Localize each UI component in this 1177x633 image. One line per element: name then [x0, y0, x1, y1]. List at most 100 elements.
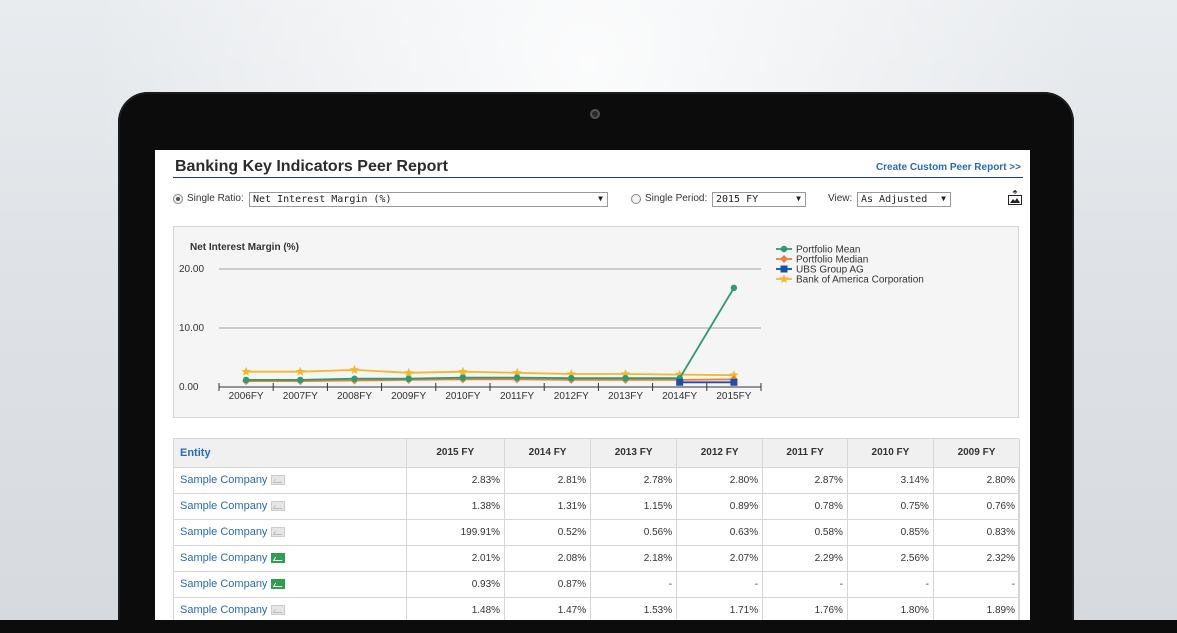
single-ratio-radio[interactable] — [173, 194, 183, 204]
single-period-radio[interactable] — [631, 194, 641, 204]
export-image-icon[interactable] — [1007, 190, 1023, 206]
trend-chart-icon[interactable] — [271, 553, 286, 564]
table-cell: - — [590, 571, 678, 598]
app-screen: Banking Key Indicators Peer Report Creat… — [155, 150, 1030, 633]
view-label: View: — [828, 193, 853, 204]
data-point — [241, 366, 251, 376]
data-point — [295, 366, 306, 376]
table-cell: 0.56% — [590, 519, 678, 546]
column-header[interactable]: 2012 FY — [676, 439, 764, 468]
create-custom-peer-report-link[interactable]: Create Custom Peer Report >> — [876, 162, 1021, 173]
table-cell: 2.80% — [676, 467, 764, 494]
table-cell: 0.87% — [504, 571, 592, 598]
single-period-label: Single Period: — [645, 193, 708, 204]
view-select[interactable]: As Adjusted ▼ — [857, 192, 951, 207]
table-cell: 0.76% — [933, 493, 1021, 520]
y-tick-label: 10.00 — [179, 323, 204, 334]
entity-link[interactable]: Sample Company — [180, 500, 267, 512]
ratio-select[interactable]: Net Interest Margin (%) ▼ — [249, 192, 608, 207]
data-point — [513, 374, 521, 381]
x-tick-label: 2007FY — [283, 391, 318, 402]
table-cell: 2.81% — [504, 467, 592, 494]
entity-link[interactable]: Sample Company — [180, 526, 267, 538]
trend-chart-icon[interactable] — [271, 527, 286, 538]
table-cell: 2.80% — [933, 467, 1021, 494]
table-cell: 2.18% — [590, 545, 678, 572]
chart-title: Net Interest Margin (%) — [190, 242, 299, 253]
table-cell: 2.32% — [933, 545, 1021, 572]
view-select-value: As Adjusted — [861, 194, 928, 205]
data-point — [676, 378, 684, 386]
series-line — [246, 368, 734, 377]
data-point — [459, 374, 467, 381]
column-header[interactable]: 2010 FY — [847, 439, 934, 468]
chevron-down-icon: ▼ — [598, 194, 603, 203]
table-cell: 0.85% — [847, 519, 934, 546]
chevron-down-icon: ▼ — [941, 194, 946, 203]
table-cell: 2.56% — [847, 545, 934, 572]
data-point — [730, 284, 738, 292]
data-point — [349, 364, 360, 374]
table-cell: 2.78% — [590, 467, 678, 494]
table-cell: 2.29% — [762, 545, 848, 572]
laptop-base — [0, 620, 1177, 633]
table-cell: - — [933, 571, 1021, 598]
entity-cell: Sample Company — [174, 493, 407, 520]
data-point — [403, 367, 414, 377]
trend-chart-icon[interactable] — [271, 501, 286, 512]
data-point — [242, 376, 250, 384]
period-select[interactable]: 2015 FY ▼ — [712, 192, 806, 207]
column-header[interactable]: 2015 FY — [406, 439, 506, 468]
page-title: Banking Key Indicators Peer Report — [175, 158, 448, 175]
data-point — [780, 265, 788, 273]
table-cell: 0.52% — [504, 519, 592, 546]
table-cell: 0.58% — [762, 519, 848, 546]
entity-cell: Sample Company — [174, 571, 407, 598]
legend-label: Bank of America Corporation — [796, 275, 924, 286]
line-chart: Net Interest Margin (%) 0.00 10.00 20.00 200… — [179, 242, 924, 402]
x-tick-label: 2012FY — [554, 391, 589, 402]
data-point — [622, 374, 629, 382]
x-tick-label: 2010FY — [445, 391, 480, 402]
x-tick-label: 2014FY — [662, 391, 697, 402]
table-row: Sample Company 1.38% 1.31% 1.15% 0.89% 0.78% 0… — [174, 493, 1021, 520]
column-header[interactable]: 2009 FY — [933, 439, 1021, 468]
table-cell: 0.78% — [762, 493, 848, 520]
table-row: Sample Company 2.83% 2.81% 2.78% 2.80% 2.87% 3… — [174, 467, 1021, 494]
trend-chart-icon[interactable] — [271, 475, 286, 486]
entity-column-header[interactable]: Entity — [174, 439, 407, 468]
table-row: Sample Company 0.93% 0.87% - - - - - — [174, 571, 1021, 598]
table-cell: 1.31% — [504, 493, 592, 520]
entity-link[interactable]: Sample Company — [180, 474, 267, 486]
entity-link[interactable]: Sample Company — [180, 578, 267, 590]
table-cell: 1.15% — [590, 493, 678, 520]
data-point — [405, 375, 412, 382]
data-point — [351, 375, 358, 382]
table-header-row: Entity 2015 FY 2014 FY 2013 FY 2012 FY 2011 … — [174, 439, 1021, 468]
report-controls: Single Ratio: Net Interest Margin (%) ▼ … — [173, 190, 1025, 210]
ratio-select-value: Net Interest Margin (%) — [253, 194, 392, 205]
table-cell: 2.01% — [406, 545, 506, 572]
x-tick-label: 2006FY — [229, 391, 264, 402]
data-point — [458, 366, 468, 376]
x-tick-label: 2013FY — [608, 391, 643, 402]
chart-panel: Net Interest Margin (%) 0.00 10.00 20.00 200… — [173, 226, 1019, 418]
entity-link[interactable]: Sample Company — [180, 604, 267, 616]
trend-chart-icon[interactable] — [271, 605, 286, 616]
report-header: Banking Key Indicators Peer Report Creat… — [173, 156, 1023, 178]
table-cell: 3.14% — [847, 467, 934, 494]
column-header[interactable]: 2013 FY — [590, 439, 678, 468]
table-cell: 2.87% — [762, 467, 848, 494]
column-header[interactable]: 2011 FY — [762, 439, 848, 468]
table-cell: 1.38% — [406, 493, 506, 520]
table-cell: - — [676, 571, 764, 598]
x-tick-label: 2008FY — [337, 391, 372, 402]
trend-chart-icon[interactable] — [271, 579, 286, 590]
entity-link[interactable]: Sample Company — [180, 552, 267, 564]
data-point — [780, 245, 788, 253]
entity-cell: Sample Company — [174, 467, 407, 494]
table-cell: 0.83% — [933, 519, 1021, 546]
data-point — [297, 376, 304, 384]
entity-cell: Sample Company — [174, 519, 407, 546]
column-header[interactable]: 2014 FY — [504, 439, 592, 468]
